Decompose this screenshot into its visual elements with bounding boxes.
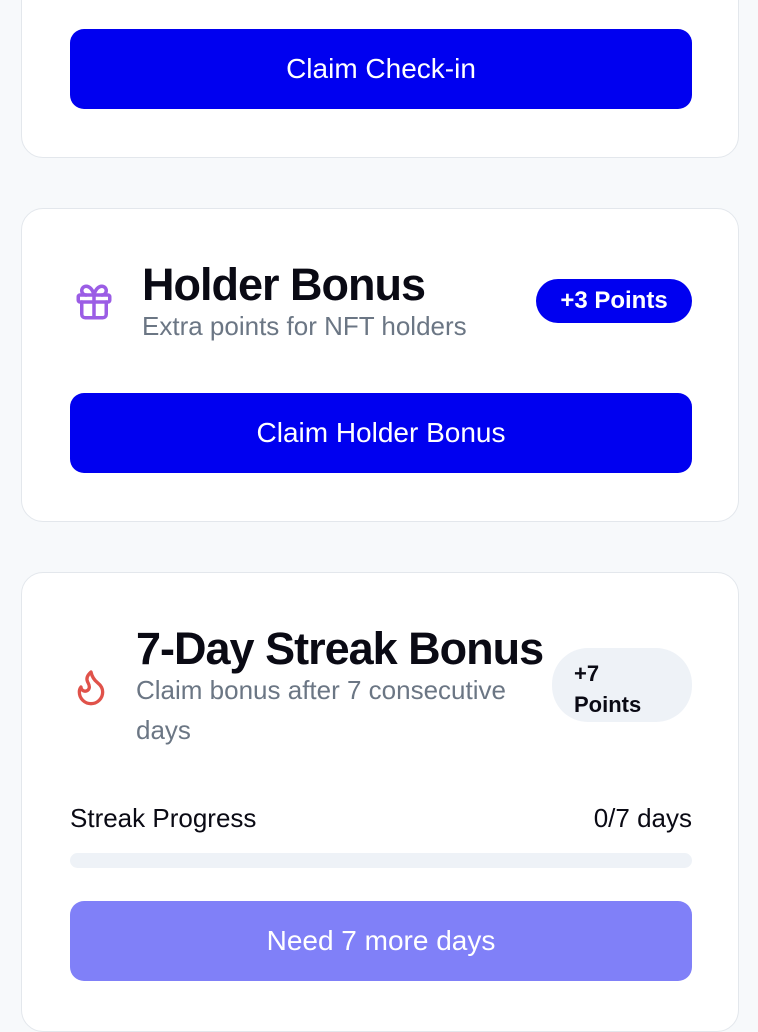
claim-holder-bonus-button[interactable]: Claim Holder Bonus <box>70 393 692 473</box>
streak-progress-value: 0/7 days <box>593 803 692 833</box>
holder-bonus-subtitle: Extra points for NFT holders <box>142 311 467 341</box>
points-badge: +3 Points <box>536 279 692 323</box>
gift-icon <box>76 284 112 320</box>
streak-progress-bar <box>70 853 692 868</box>
streak-bonus-title: 7-Day Streak Bonus <box>136 623 544 674</box>
claim-checkin-button[interactable]: Claim Check-in <box>70 29 692 109</box>
streak-progress-label: Streak Progress <box>70 803 257 833</box>
streak-bonus-subtitle: Claim bonus after 7 consecutive days <box>136 675 506 745</box>
flame-icon <box>77 670 105 706</box>
holder-bonus-title: Holder Bonus <box>142 259 426 310</box>
holder-bonus-card <box>21 208 739 522</box>
points-badge: +7 Points <box>552 648 692 722</box>
need-more-days-button[interactable]: Need 7 more days <box>70 901 692 981</box>
